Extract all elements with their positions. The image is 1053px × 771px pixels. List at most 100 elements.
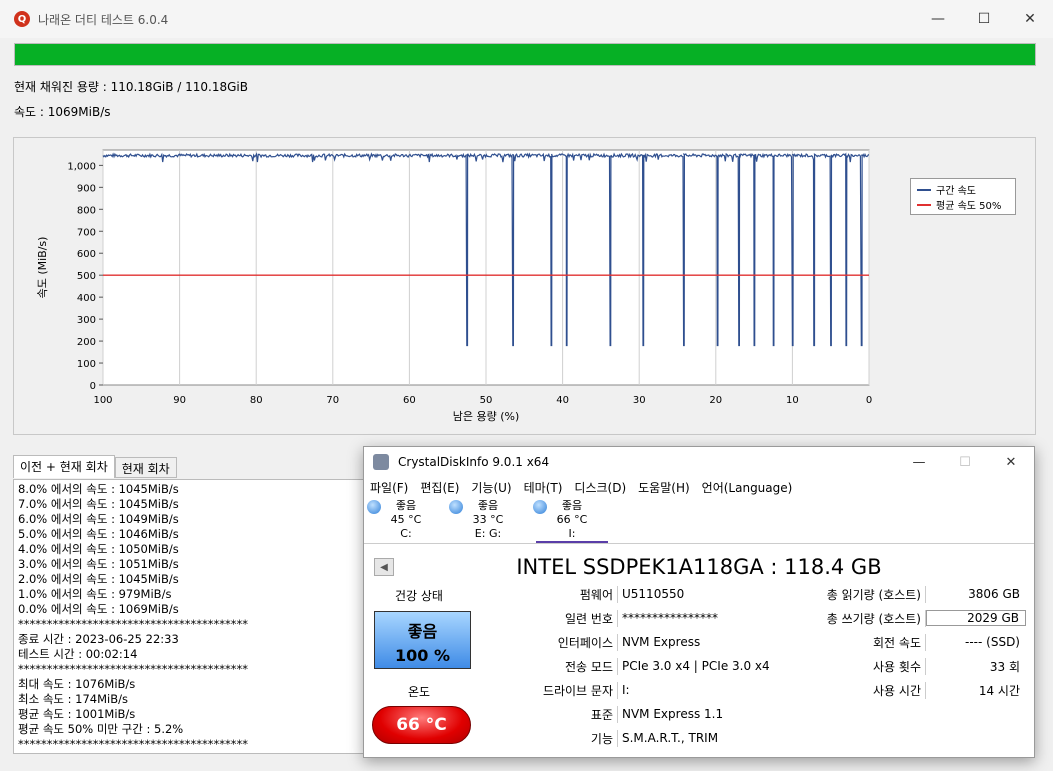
menu-file[interactable]: 파일(F)	[370, 479, 408, 496]
field-value: NVM Express	[622, 635, 701, 649]
log-line: 최대 속도 : 1076MiB/s	[18, 677, 136, 691]
legend-item-segment-speed: 구간 속도	[917, 182, 1009, 197]
log-line: 종료 시간 : 2023-06-25 22:33	[18, 632, 179, 646]
field-transfer-mode: 전송 모드 PCIe 3.0 x4 | PCIe 3.0 x4	[476, 656, 770, 676]
log-line: 평균 속도 50% 미만 구간 : 5.2%	[18, 722, 184, 736]
field-rotation-rate: 회전 속도 ---- (SSD)	[816, 632, 1026, 652]
y-tick-label: 200	[77, 337, 96, 348]
x-tick-label: 100	[93, 395, 112, 406]
x-tick-label: 50	[480, 395, 493, 406]
cdi-title-bar[interactable]: CrystalDiskInfo 9.0.1 x64 — ☐ ✕	[364, 447, 1034, 477]
disk-temp: 45 °C	[390, 513, 422, 526]
log-line: 2.0% 에서의 속도 : 1045MiB/s	[18, 572, 179, 586]
disk-letter: C:	[400, 527, 412, 540]
field-value: I:	[622, 683, 630, 697]
field-interface: 인터페이스 NVM Express	[476, 632, 700, 652]
x-axis-label: 남은 용량 (%)	[453, 410, 520, 423]
disk-letter: E: G:	[474, 527, 502, 540]
health-percent-text: 100 %	[395, 646, 450, 665]
disk-letter: I:	[568, 527, 576, 540]
field-label: 드라이브 문자	[476, 681, 618, 699]
maximize-button[interactable]: ☐	[961, 0, 1007, 38]
speed-chart: 100 90 80 70 60 50 40 30 20 10 0010020030040050060…	[36, 149, 872, 423]
log-line: 8.0% 에서의 속도 : 1045MiB/s	[18, 482, 179, 496]
health-status-text: 좋음	[407, 622, 438, 641]
title-bar[interactable]: Q 나래온 더티 테스트 6.0.4 — ☐ ✕	[0, 0, 1053, 38]
health-status-box[interactable]: 좋음 100 %	[374, 611, 471, 669]
legend-item-average-speed: 평균 속도 50%	[917, 197, 1009, 212]
tab-all-rounds[interactable]: 이전 + 현재 회차	[13, 455, 115, 478]
disk-selector-bar: 좋음 45 °C C: 좋음 33 °C E: G: 좋음 66 °C I:	[364, 497, 1034, 544]
log-text-area[interactable]: 8.0% 에서의 속도 : 1045MiB/s 7.0% 에서의 속도 : 104…	[13, 479, 373, 754]
log-line: 0.0% 에서의 속도 : 1069MiB/s	[18, 602, 179, 616]
y-tick-label: 900	[77, 183, 96, 194]
field-host-writes: 총 쓰기량 (호스트) 2029 GB	[816, 608, 1026, 628]
field-value: ****************	[622, 611, 718, 625]
log-line: 평균 속도 : 1001MiB/s	[18, 707, 136, 721]
field-label: 총 읽기량 (호스트)	[816, 585, 926, 603]
field-value: ---- (SSD)	[965, 635, 1020, 649]
y-tick-label: 400	[77, 293, 96, 304]
filled-capacity-text: 현재 채워진 용량 : 110.18GiB / 110.18GiB	[14, 80, 248, 94]
log-line: ****************************************	[18, 737, 248, 751]
legend-swatch-series	[917, 188, 931, 191]
log-line: 테스트 시간 : 00:02:14	[18, 647, 138, 661]
log-line: 3.0% 에서의 속도 : 1051MiB/s	[18, 557, 179, 571]
legend-swatch-average	[917, 203, 931, 206]
x-tick-label: 60	[403, 395, 416, 406]
field-standard: 표준 NVM Express 1.1	[476, 704, 723, 724]
health-status-label: 건강 상태	[395, 589, 443, 603]
disk-temp: 66 °C	[556, 513, 588, 526]
disk-c[interactable]: 좋음 45 °C C:	[367, 499, 442, 541]
legend-label-average-speed: 평균 속도 50%	[936, 201, 1002, 212]
field-serial: 일련 번호 ****************	[476, 608, 718, 628]
disk-eg[interactable]: 좋음 33 °C E: G:	[449, 499, 524, 541]
tab-current-round[interactable]: 현재 회차	[114, 457, 177, 478]
temperature-box[interactable]: 66 °C	[372, 706, 471, 744]
y-axis-label: 속도 (MiB/s)	[36, 237, 49, 299]
field-label: 사용 횟수	[816, 657, 926, 675]
legend-label-segment-speed: 구간 속도	[936, 186, 976, 197]
field-value: 14 시간	[978, 683, 1020, 698]
field-label: 일련 번호	[476, 609, 618, 627]
field-value: PCIe 3.0 x4 | PCIe 3.0 x4	[622, 659, 770, 673]
menu-language[interactable]: 언어(Language)	[702, 479, 793, 496]
crystaldiskinfo-window: CrystalDiskInfo 9.0.1 x64 — ☐ ✕ 파일(F) 편집…	[363, 446, 1035, 758]
log-tabs: 이전 + 현재 회차 현재 회차	[13, 455, 177, 478]
cdi-minimize-button[interactable]: —	[896, 447, 942, 477]
y-tick-label: 600	[77, 249, 96, 260]
x-tick-label: 10	[786, 395, 799, 406]
x-tick-label: 80	[250, 395, 263, 406]
minimize-button[interactable]: —	[915, 0, 961, 38]
cdi-menu-bar: 파일(F) 편집(E) 기능(U) 테마(T) 디스크(D) 도움말(H) 언어…	[364, 477, 1034, 497]
log-line: 5.0% 에서의 속도 : 1046MiB/s	[18, 527, 179, 541]
x-tick-label: 70	[326, 395, 339, 406]
menu-edit[interactable]: 편집(E)	[420, 479, 459, 496]
log-line: 최소 속도 : 174MiB/s	[18, 692, 128, 706]
field-firmware: 펌웨어 U5110550	[476, 584, 684, 604]
y-tick-label: 0	[90, 381, 96, 392]
field-power-on-count: 사용 횟수 33 회	[816, 656, 1026, 676]
close-button[interactable]: ✕	[1007, 0, 1053, 38]
x-tick-label: 30	[633, 395, 646, 406]
field-label: 표준	[476, 705, 618, 723]
cdi-maximize-button[interactable]: ☐	[942, 447, 988, 477]
menu-theme[interactable]: 테마(T)	[524, 479, 563, 496]
disk-i[interactable]: 좋음 66 °C I:	[533, 499, 608, 543]
y-tick-label: 500	[77, 271, 96, 282]
field-label: 총 쓰기량 (호스트)	[816, 609, 926, 627]
app-icon: Q	[14, 11, 30, 27]
menu-function[interactable]: 기능(U)	[471, 479, 511, 496]
field-value: S.M.A.R.T., TRIM	[622, 731, 719, 745]
x-tick-label: 20	[709, 395, 722, 406]
speed-chart-panel: 100 90 80 70 60 50 40 30 20 10 0 0 100 200 300 400 500 60…	[13, 137, 1036, 435]
field-host-reads: 총 읽기량 (호스트) 3806 GB	[816, 584, 1026, 604]
y-tick-label: 700	[77, 227, 96, 238]
log-line: 4.0% 에서의 속도 : 1050MiB/s	[18, 542, 179, 556]
menu-help[interactable]: 도움말(H)	[638, 479, 690, 496]
field-label: 전송 모드	[476, 657, 618, 675]
field-label: 인터페이스	[476, 633, 618, 651]
cdi-close-button[interactable]: ✕	[988, 447, 1034, 477]
chart-legend: 구간 속도 평균 속도 50%	[910, 178, 1016, 215]
menu-disk[interactable]: 디스크(D)	[574, 479, 626, 496]
